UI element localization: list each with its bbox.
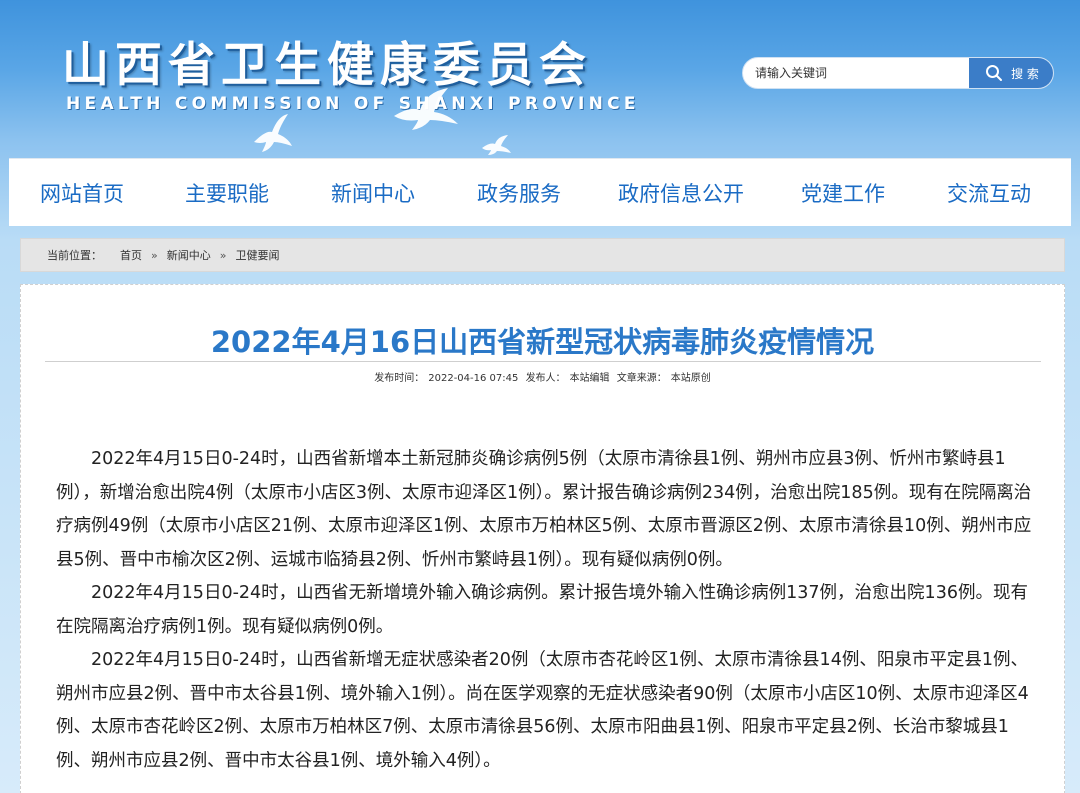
search-button-label: 搜 索 [1011,66,1039,81]
site-title: 山西省卫生健康委员会 [62,38,592,93]
article-title: 2022年4月16日山西省新型冠状病毒肺炎疫情情况 [210,325,875,359]
author: 本站编辑 [569,373,610,384]
nav-item-home[interactable]: 网站首页 [40,178,124,208]
main-nav: 网站首页 主要职能 新闻中心 政务服务 政府信息公开 党建工作 交流互动 [9,158,1071,226]
nav-item-news[interactable]: 新闻中心 [331,178,415,208]
search-icon [986,65,1003,81]
publish-time: 2022-04-16 07:45 [428,373,519,384]
search-button[interactable]: 搜 索 [969,58,1053,88]
article-paragraph: 2022年4月15日0-24时，山西省新增无症状感染者20例（太原市杏花岭区1例… [56,650,1029,771]
dove-icon [254,114,292,152]
nav-item-info-disclosure[interactable]: 政府信息公开 [618,178,744,208]
article-body: 2022年4月15日0-24时，山西省新增本土新冠肺炎确诊病例5例（太原市清徐县… [56,443,1042,778]
nav-item-interaction[interactable]: 交流互动 [947,178,1031,208]
title-divider [45,361,1041,362]
dove-icon [394,88,458,130]
source: 本站原创 [670,373,711,384]
breadcrumb: 当前位置： 首页 » 新闻中心 » 卫健要闻 [20,238,1065,272]
search-box: 搜 索 [742,57,1054,89]
breadcrumb-label: 当前位置： [47,249,102,262]
article-paragraph: 2022年4月15日0-24时，山西省新增本土新冠肺炎确诊病例5例（太原市清徐县… [56,449,1032,570]
breadcrumb-link-news[interactable]: 新闻中心 [167,247,211,263]
breadcrumb-separator: » [219,248,227,262]
site-header: 山西省卫生健康委员会 HEALTH COMMISSION OF SHANXI P… [0,0,1080,158]
nav-item-functions[interactable]: 主要职能 [185,178,269,208]
dove-icon [482,135,511,155]
site-subtitle: HEALTH COMMISSION OF SHANXI PROVINCE [66,94,640,114]
search-input[interactable] [743,58,969,88]
breadcrumb-link-home[interactable]: 首页 [120,247,142,263]
article: 2022年4月16日山西省新型冠状病毒肺炎疫情情况 发布时间： 2022-04-1… [20,284,1065,793]
breadcrumb-current[interactable]: 卫健要闻 [235,247,279,263]
article-paragraph: 2022年4月15日0-24时，山西省无新增境外输入确诊病例。累计报告境外输入性… [56,583,1028,637]
article-meta: 发布时间： 2022-04-16 07:45 发布人： 本站编辑 文章来源： 本站原创 [21,369,1064,384]
breadcrumb-separator: » [151,248,158,262]
author-label: 发布人： [525,373,566,384]
publish-time-label: 发布时间： [374,373,425,384]
nav-item-party-building[interactable]: 党建工作 [801,178,885,208]
source-label: 文章来源： [616,373,667,384]
nav-item-services[interactable]: 政务服务 [477,178,561,208]
